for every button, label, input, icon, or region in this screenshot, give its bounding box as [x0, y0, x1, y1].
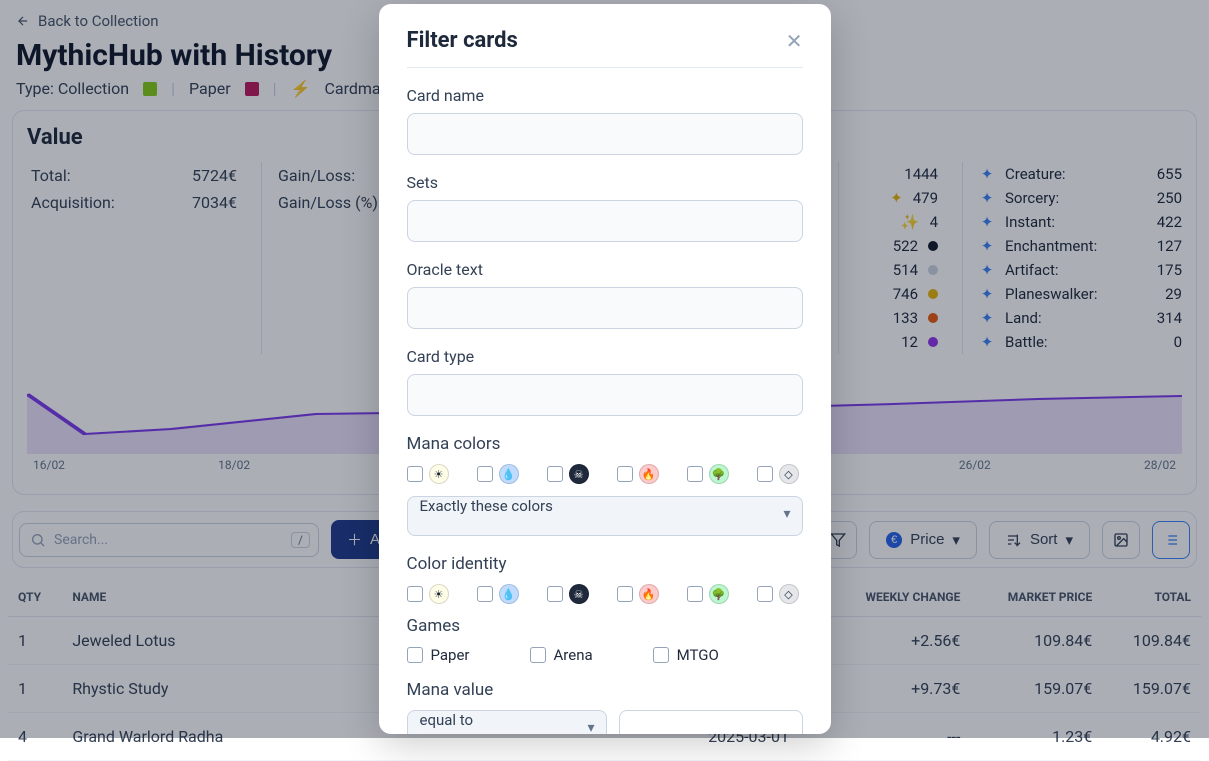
mana-black-icon: ☠: [569, 464, 589, 484]
game-paper-label: Paper: [431, 646, 470, 664]
games-label: Games: [407, 616, 803, 636]
color-mode-select[interactable]: Exactly these colors: [407, 496, 803, 536]
mana-value-label: Mana value: [407, 680, 803, 700]
color-identity-row: ☀ 💧 ☠ 🔥 🌳 ◇: [407, 584, 803, 604]
mana-white-checkbox[interactable]: [407, 466, 423, 482]
ci-colorless-icon: ◇: [779, 584, 799, 604]
ci-white-checkbox[interactable]: [407, 586, 423, 602]
ci-blue-checkbox[interactable]: [477, 586, 493, 602]
mana-white-icon: ☀: [429, 464, 449, 484]
ci-white-icon: ☀: [429, 584, 449, 604]
game-mtgo-label: MTGO: [677, 646, 719, 664]
mana-colors-label: Mana colors: [407, 434, 803, 454]
mana-black-checkbox[interactable]: [547, 466, 563, 482]
game-arena-checkbox[interactable]: [530, 647, 546, 663]
oracle-input[interactable]: [407, 287, 803, 329]
ci-red-icon: 🔥: [639, 584, 659, 604]
oracle-label: Oracle text: [407, 260, 803, 279]
mana-red-icon: 🔥: [639, 464, 659, 484]
mana-colorless-icon: ◇: [779, 464, 799, 484]
mana-value-input[interactable]: [619, 710, 803, 734]
ci-red-checkbox[interactable]: [617, 586, 633, 602]
color-identity-label: Color identity: [407, 554, 803, 574]
mana-blue-checkbox[interactable]: [477, 466, 493, 482]
ci-green-icon: 🌳: [709, 584, 729, 604]
ci-green-checkbox[interactable]: [687, 586, 703, 602]
game-paper-checkbox[interactable]: [407, 647, 423, 663]
game-arena-label: Arena: [554, 646, 593, 664]
ci-black-checkbox[interactable]: [547, 586, 563, 602]
ci-colorless-checkbox[interactable]: [757, 586, 773, 602]
card-type-label: Card type: [407, 347, 803, 366]
card-name-label: Card name: [407, 86, 803, 105]
modal-title: Filter cards: [407, 28, 518, 53]
close-button[interactable]: ✕: [786, 29, 803, 53]
mana-colors-row: ☀ 💧 ☠ 🔥 🌳 ◇: [407, 464, 803, 484]
sets-label: Sets: [407, 173, 803, 192]
ci-blue-icon: 💧: [499, 584, 519, 604]
filter-modal: Filter cards ✕ Card name Sets Oracle tex…: [379, 4, 831, 734]
game-mtgo-checkbox[interactable]: [653, 647, 669, 663]
sets-input[interactable]: [407, 200, 803, 242]
card-name-input[interactable]: [407, 113, 803, 155]
mana-value-op-select[interactable]: equal to: [407, 710, 607, 734]
mana-green-checkbox[interactable]: [687, 466, 703, 482]
ci-black-icon: ☠: [569, 584, 589, 604]
mana-blue-icon: 💧: [499, 464, 519, 484]
card-type-input[interactable]: [407, 374, 803, 416]
mana-red-checkbox[interactable]: [617, 466, 633, 482]
mana-green-icon: 🌳: [709, 464, 729, 484]
mana-colorless-checkbox[interactable]: [757, 466, 773, 482]
